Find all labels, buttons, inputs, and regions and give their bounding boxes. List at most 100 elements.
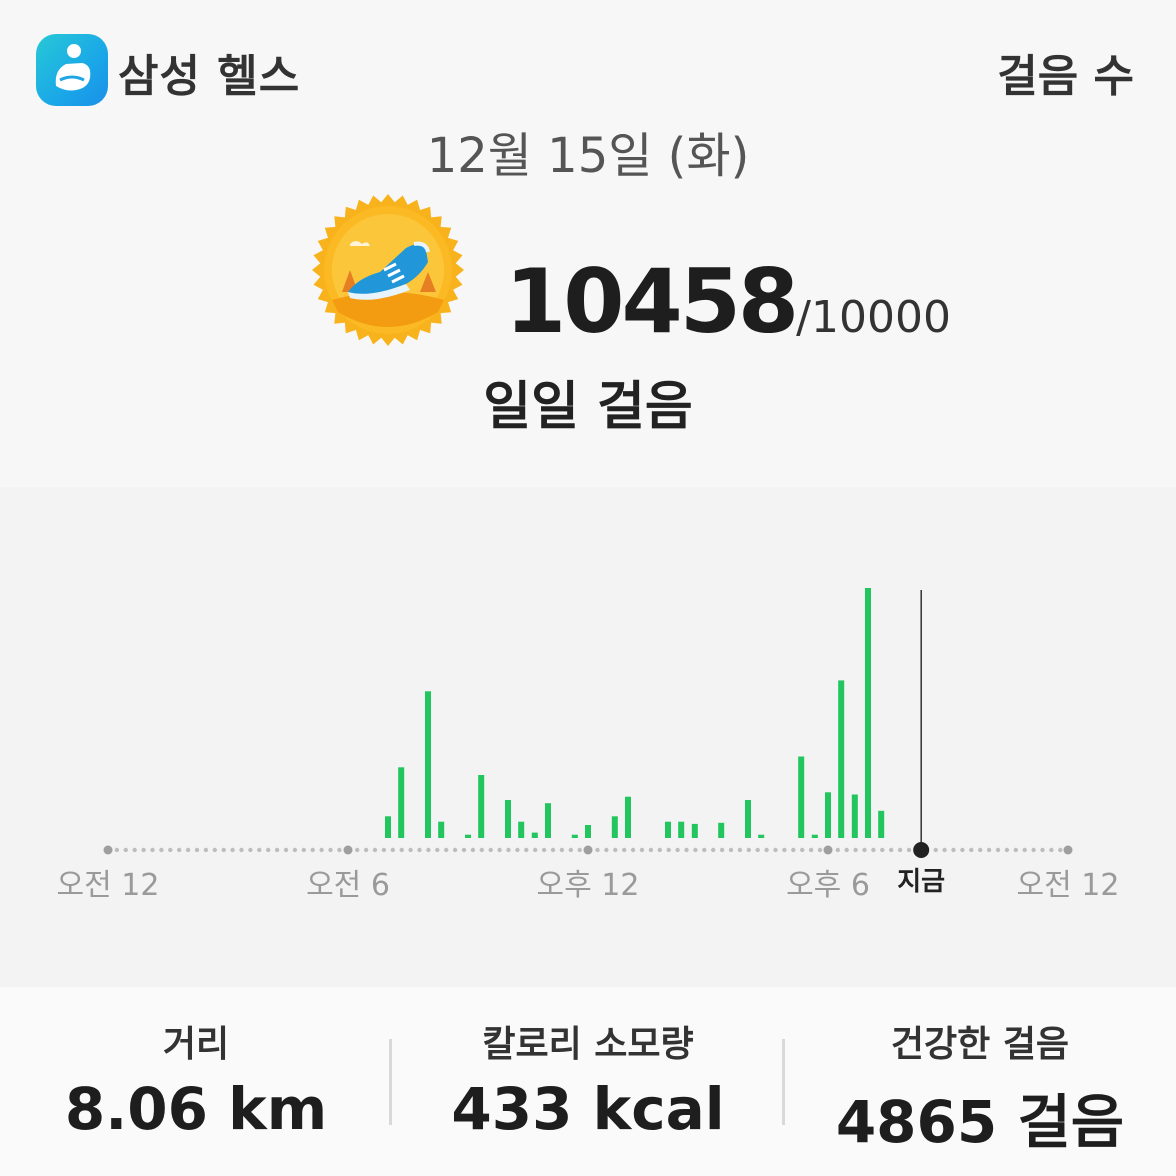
baseline-dot <box>497 847 502 853</box>
step-bar <box>425 691 431 838</box>
step-bar <box>811 834 818 838</box>
baseline-dot <box>666 847 671 853</box>
baseline-dot <box>363 847 369 853</box>
baseline-dot <box>622 847 627 853</box>
step-bar <box>438 821 445 838</box>
baseline-dot <box>408 847 413 853</box>
date-label[interactable]: 12월 15일 (화) <box>0 116 1176 186</box>
baseline-dot <box>853 847 858 853</box>
baseline-dot <box>123 847 128 853</box>
x-tick-label: 오전 6 <box>306 868 390 903</box>
baseline-dot <box>568 847 573 853</box>
stat-distance-value: 8.06 km <box>64 1075 328 1143</box>
step-bar <box>518 821 525 838</box>
baseline-dot <box>1004 847 1010 853</box>
baseline-dot <box>1058 847 1063 853</box>
app-name: 삼성 헬스 <box>118 51 301 102</box>
stats-row: 거리 8.06 km 칼로리 소모량 433 kcal 건강한 걸음 4865 … <box>0 987 1176 1176</box>
summary-section: 삼성 헬스 걸음 수 12월 15일 (화) 10458/10000 일일 걸음 <box>0 0 1176 487</box>
baseline-dot <box>844 847 849 853</box>
baseline-dot <box>194 847 200 853</box>
baseline-dot <box>399 847 404 853</box>
baseline-dot <box>1040 847 1045 853</box>
baseline-dot <box>559 847 565 853</box>
step-goal: /10000 <box>796 292 951 343</box>
step-bar <box>851 794 858 838</box>
baseline-dot <box>114 847 120 853</box>
step-bar <box>878 810 885 838</box>
baseline-dot <box>871 847 876 853</box>
baseline-dot <box>995 847 1001 853</box>
baseline-dot <box>212 847 217 853</box>
baseline-dot <box>800 847 805 853</box>
x-tick-label: 오후 6 <box>786 868 870 903</box>
baseline-dot <box>755 847 760 853</box>
x-tick-label: 오전 12 <box>1017 868 1120 903</box>
baseline-dot <box>328 847 333 853</box>
baseline-dot <box>159 847 164 853</box>
baseline-dot <box>986 847 992 853</box>
step-bar <box>665 821 671 838</box>
step-bar <box>545 803 551 838</box>
step-bar <box>798 756 805 838</box>
baseline-dot <box>604 847 609 853</box>
baseline-dot <box>248 847 253 853</box>
baseline-dot <box>301 847 306 853</box>
chart-canvas: 오전 12 오전 6 오후 12 오후 6 오전 12 지금 <box>57 588 1120 903</box>
baseline-dot <box>880 847 885 853</box>
baseline-dot <box>978 847 983 853</box>
stat-calories[interactable]: 칼로리 소모량 433 kcal <box>392 987 784 1176</box>
tick-dot <box>103 845 113 855</box>
baseline-dot <box>817 847 823 853</box>
baseline-dot <box>951 847 956 853</box>
step-bar <box>385 816 391 838</box>
baseline-dot <box>702 847 707 853</box>
step-bar <box>691 823 698 838</box>
hourly-steps-chart[interactable]: 오전 12 오전 6 오후 12 오후 6 오전 12 지금 <box>0 487 1176 987</box>
step-bar <box>531 832 538 838</box>
baseline-dot <box>221 847 226 853</box>
baseline-dot <box>613 847 618 853</box>
runner-figure-icon <box>55 44 91 91</box>
baseline-dot <box>203 847 209 853</box>
baseline-dot <box>488 847 493 853</box>
baseline-dot <box>266 847 271 853</box>
stat-distance[interactable]: 거리 8.06 km <box>0 987 392 1176</box>
baseline-dot <box>506 847 511 853</box>
baseline-dot <box>230 847 235 853</box>
baseline-dot <box>292 847 298 853</box>
baseline-dot <box>711 847 716 853</box>
baseline-dot <box>257 847 262 853</box>
baseline-dot <box>435 847 440 853</box>
baseline-dot <box>1031 847 1036 853</box>
baseline-dot <box>764 847 769 853</box>
baseline-dot <box>1049 847 1054 853</box>
step-bar <box>825 792 831 838</box>
baseline-dot <box>185 847 191 853</box>
baseline-dot <box>479 847 484 853</box>
baseline-dot <box>746 847 751 853</box>
baseline-dot <box>728 847 734 853</box>
stat-healthy-steps[interactable]: 건강한 걸음 4865 걸음 <box>784 987 1176 1176</box>
step-bar <box>398 767 405 838</box>
samsung-health-icon[interactable] <box>36 34 108 106</box>
baseline-dot <box>889 847 894 853</box>
baseline-dot <box>808 847 814 853</box>
baseline-dot <box>390 847 395 853</box>
step-bar <box>758 834 765 838</box>
step-bar <box>718 822 725 838</box>
baseline-dot <box>737 847 743 853</box>
baseline-dot <box>239 847 244 853</box>
page-title[interactable]: 걸음 수 <box>997 40 1134 104</box>
baseline-dot <box>791 847 796 853</box>
baseline-dot <box>355 847 360 853</box>
baseline-dot <box>319 847 324 853</box>
baseline-dot <box>150 847 155 853</box>
tick-dot <box>823 845 833 855</box>
tick-dot <box>343 845 353 855</box>
baseline-dot <box>595 847 600 853</box>
baseline-dot <box>693 847 698 853</box>
tick-dot <box>1063 845 1073 855</box>
stat-calories-label: 칼로리 소모량 <box>482 1024 694 1065</box>
baseline-dot <box>426 847 431 853</box>
